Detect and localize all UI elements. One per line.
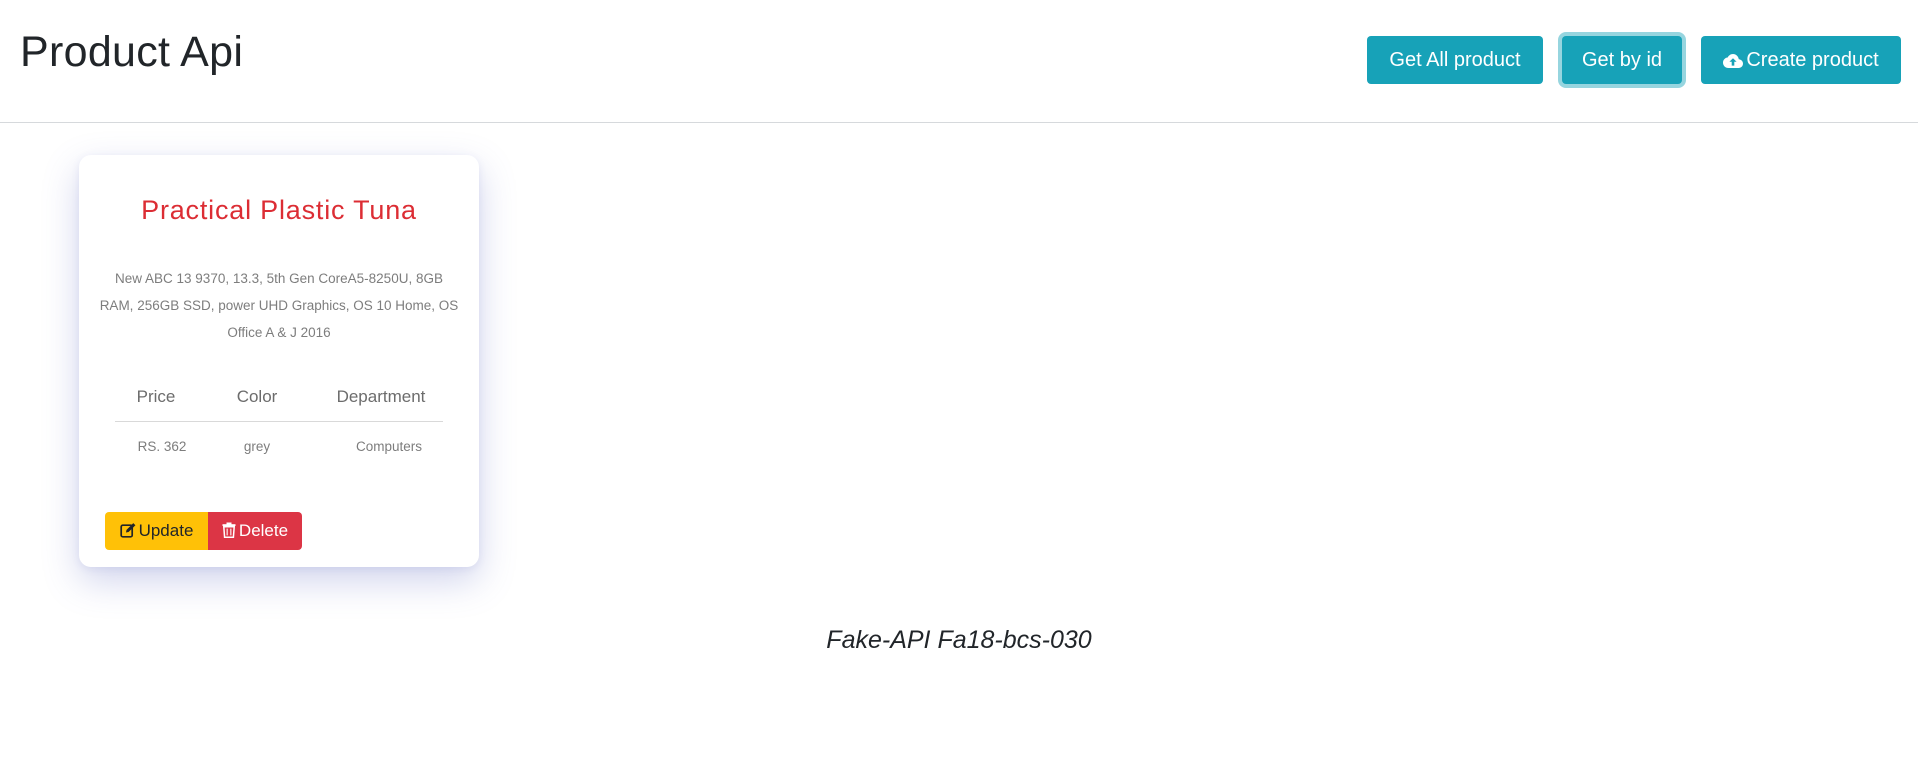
create-product-label: Create product [1746,49,1879,71]
color-column-header: Color [236,387,278,406]
color-value: grey [243,439,271,454]
product-description: New ABC 13 9370, 13.3, 5th Gen CoreA5-82… [99,271,459,340]
get-all-products-label: Get All product [1389,49,1521,71]
delete-button[interactable]: Delete [208,512,302,550]
page-title: Product Api [20,28,244,76]
get-by-id-button[interactable]: Get by id [1562,36,1682,84]
get-all-products-button[interactable]: Get All product [1367,36,1543,84]
department-value: Computers [355,439,423,454]
page-header: Product Api Get All product Get by id Cr… [0,0,1918,123]
product-card: Practical Plastic Tuna New ABC 13 9370, … [79,155,479,567]
price-value: RS. 362 [137,439,187,454]
trash-icon [222,514,236,552]
create-product-button[interactable]: Create product [1701,36,1901,84]
department-column-header: Department [336,387,426,406]
edit-icon [119,514,136,552]
cloud-upload-icon [1723,39,1744,87]
footer-text: Fake-API Fa18-bcs-030 [826,626,1092,654]
update-button[interactable]: Update [105,512,208,550]
update-label: Update [138,521,194,540]
get-by-id-label: Get by id [1581,49,1663,71]
table-divider [115,421,443,422]
price-column-header: Price [136,387,176,406]
delete-label: Delete [238,521,289,540]
product-name: Practical Plastic Tuna [141,195,417,225]
